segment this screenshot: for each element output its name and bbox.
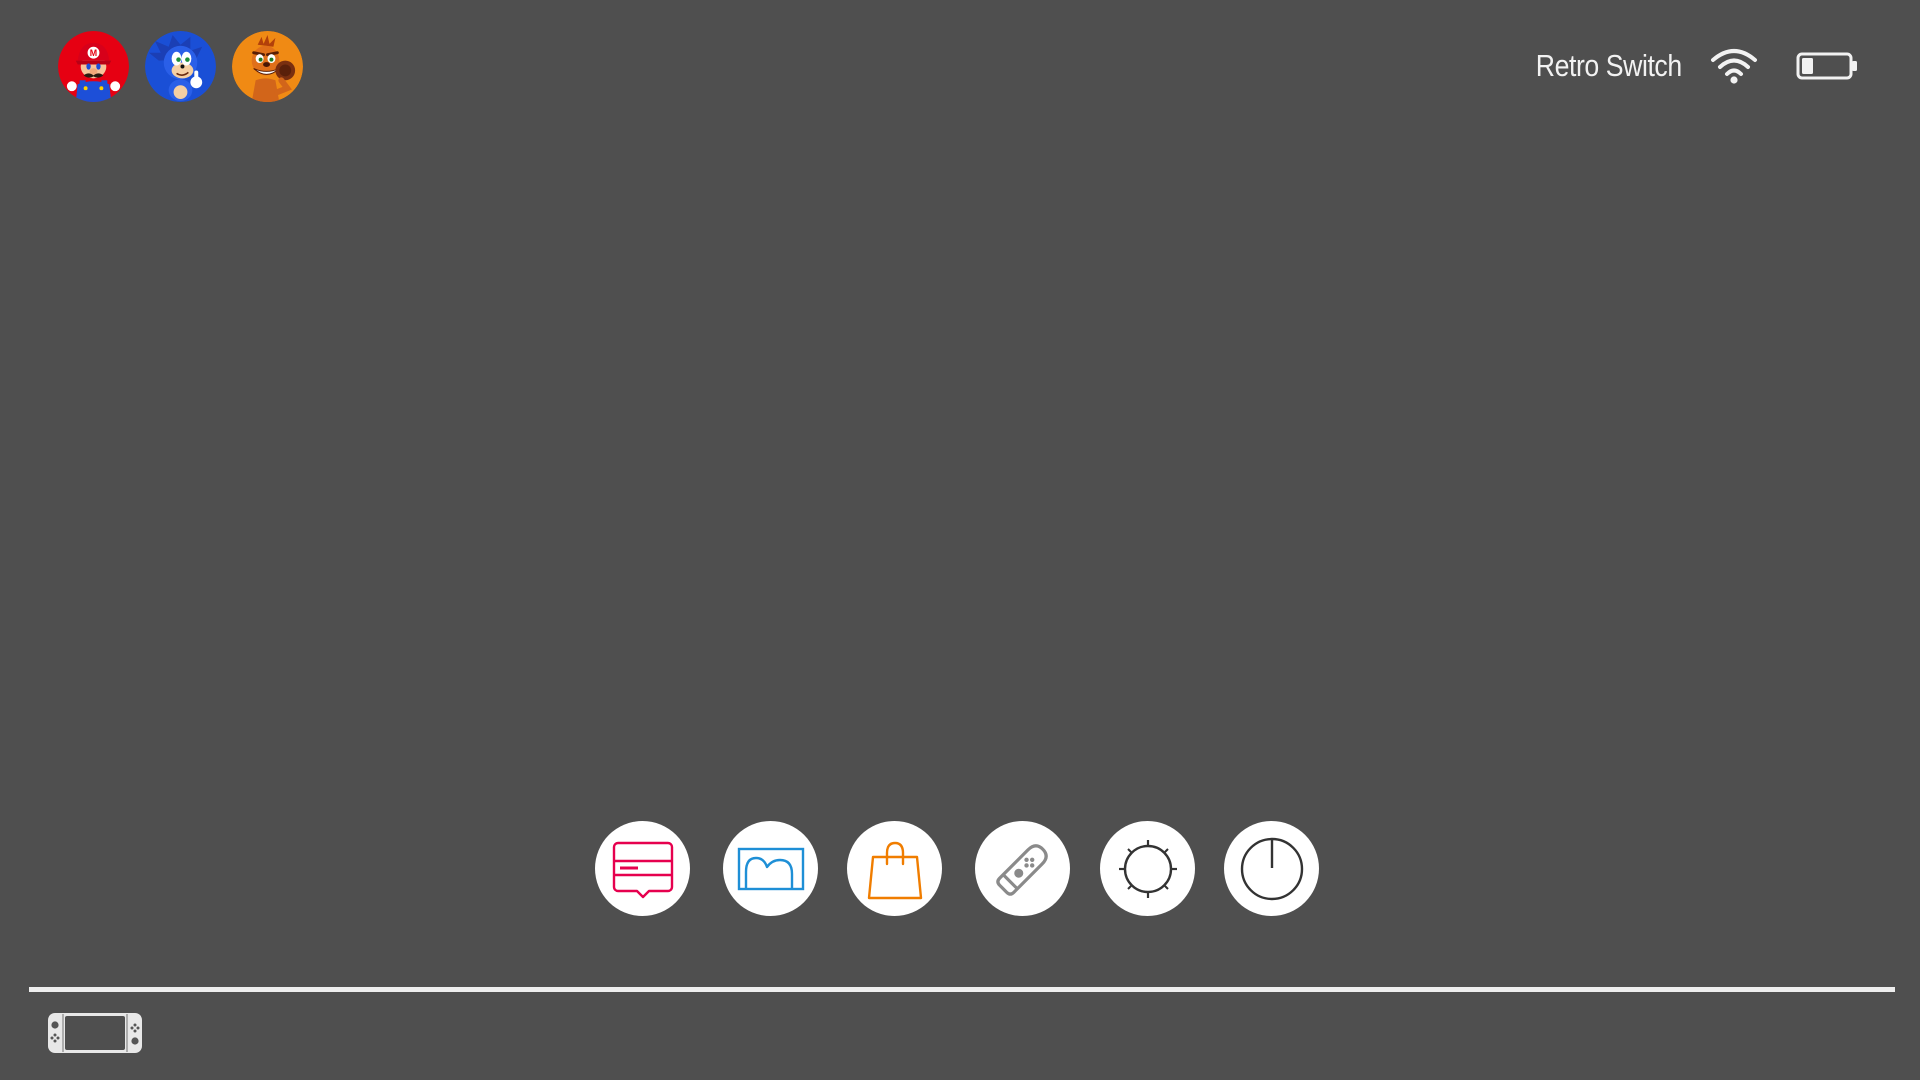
home-screen: M Retro Switch [0,0,1920,1080]
album-button[interactable] [723,821,818,916]
svg-text:M: M [90,48,97,58]
eshop-icon [867,841,922,899]
handheld-mode-icon [48,1013,142,1053]
system-settings-button[interactable] [1100,821,1195,916]
settings-icon [1118,839,1177,898]
power-icon [1240,837,1303,900]
news-button[interactable] [595,821,690,916]
album-icon [737,847,804,890]
footer-divider [29,987,1895,992]
user-avatar-crash[interactable] [232,31,303,102]
controllers-button[interactable] [975,821,1070,916]
eshop-button[interactable] [847,821,942,916]
user-avatar-sonic[interactable] [145,31,216,102]
user-avatars: M [58,31,303,102]
battery-level-fill [1802,58,1813,74]
controllers-icon [995,843,1048,896]
console-name: Retro Switch [1536,48,1682,83]
mario-avatar-icon: M [58,31,129,102]
battery-low-icon [1796,52,1857,80]
sonic-avatar-icon [145,31,216,102]
crash-avatar-icon [232,31,303,102]
home-dock [595,819,1319,919]
user-avatar-mario[interactable]: M [58,31,129,102]
status-bar: Retro Switch [1512,44,1858,88]
wifi-icon [1711,49,1757,84]
news-icon [612,841,673,898]
power-button[interactable] [1224,821,1319,916]
